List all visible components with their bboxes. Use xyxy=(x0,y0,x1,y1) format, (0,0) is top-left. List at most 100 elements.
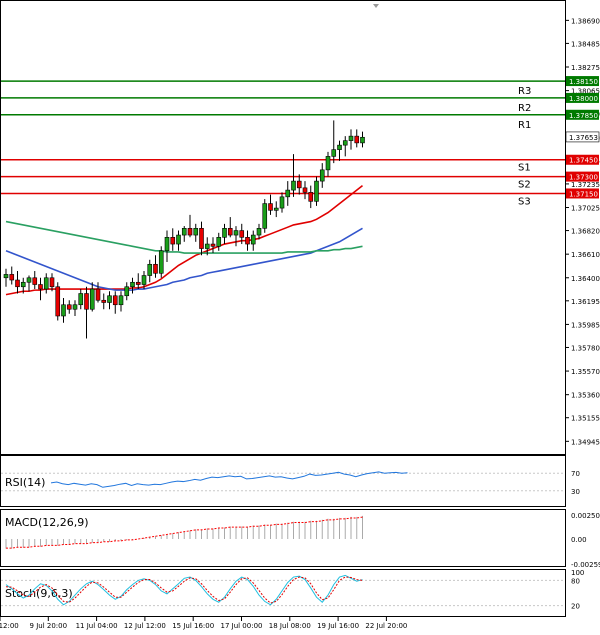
candle-body xyxy=(89,288,95,310)
candle-body xyxy=(273,207,279,211)
candle-body xyxy=(147,263,153,276)
candle-body xyxy=(3,274,9,279)
current-price-label: 1.37653 xyxy=(569,134,598,142)
candle-body xyxy=(38,284,43,290)
candle-body xyxy=(43,277,49,290)
price-tick-label: 1.36400 xyxy=(571,275,600,283)
price-tick-label: 1.35570 xyxy=(571,368,600,376)
candle-body xyxy=(141,275,147,285)
candle-body xyxy=(302,187,308,193)
candle-body xyxy=(107,295,112,303)
rsi-tick-label: 30 xyxy=(571,488,580,496)
candle-body xyxy=(101,299,107,303)
stoch-tick-label: 100 xyxy=(571,569,584,577)
time-tick-label: 19 Jul 16:00 xyxy=(317,622,359,630)
time-tick-label: 8 Jul 12:00 xyxy=(0,622,19,630)
candle-body xyxy=(199,228,204,249)
candle-body xyxy=(279,196,285,209)
rsi-label: RSI(14) xyxy=(5,476,45,489)
candle-body xyxy=(256,228,262,236)
candlesticks xyxy=(3,120,365,339)
candle-body xyxy=(314,180,319,202)
candle-body xyxy=(193,228,199,236)
time-tick-label: 18 Jul 08:00 xyxy=(269,622,311,630)
scroll-triangle-icon[interactable] xyxy=(373,4,379,8)
macd-label: MACD(12,26,9) xyxy=(5,516,89,529)
candle-body xyxy=(118,295,124,306)
candle-body xyxy=(164,237,170,252)
current-price-marker: 1.37653 xyxy=(565,131,600,143)
candle-body xyxy=(61,304,66,317)
candle-body xyxy=(78,293,84,306)
time-tick-label: 9 Jul 20:00 xyxy=(30,622,68,630)
time-axis: 8 Jul 12:00 9 Jul 20:00 11 Jul 04:00 12 Jul… xyxy=(0,617,407,630)
candle-body xyxy=(210,243,216,247)
candle-body xyxy=(250,234,256,245)
candle-body xyxy=(124,286,130,297)
candle-body xyxy=(331,149,337,157)
candle-body xyxy=(15,279,20,288)
candle-body xyxy=(32,277,38,285)
level-label-s2: S2 xyxy=(518,180,531,191)
candle-body xyxy=(66,304,72,310)
candle-body xyxy=(348,135,354,141)
candle-body xyxy=(55,286,61,317)
candle-body xyxy=(319,169,325,182)
candle-body xyxy=(26,277,32,283)
level-label-s3: S3 xyxy=(518,196,531,207)
time-tick-label: 11 Jul 04:00 xyxy=(76,622,118,630)
stoch-label: Stoch(9,6,3) xyxy=(5,587,73,600)
price-tick-label: 1.35360 xyxy=(571,392,600,400)
stoch-panel: Stoch(9,6,3) 10080 20 xyxy=(1,569,584,611)
candle-body xyxy=(239,230,245,238)
rsi-panel-border xyxy=(0,455,566,507)
candle-body xyxy=(291,180,296,191)
candle-body xyxy=(158,250,164,274)
time-tick-label: 17 Jul 00:00 xyxy=(221,622,263,630)
time-tick-label: 15 Jul 16:00 xyxy=(172,622,214,630)
price-tick-label: 1.36820 xyxy=(571,228,600,236)
candle-body xyxy=(308,192,314,202)
candle-body xyxy=(20,281,26,288)
candle-body xyxy=(268,203,273,211)
rsi-panel: RSI(14) 70 30 xyxy=(1,470,580,496)
candle-body xyxy=(337,144,342,150)
price-tick-label: 1.35155 xyxy=(571,415,600,423)
level-label-s1: S1 xyxy=(518,163,531,174)
candle-body xyxy=(262,203,268,229)
level-label-r2: R2 xyxy=(518,103,531,114)
price-tick-label: 1.38275 xyxy=(571,64,600,72)
level-label-r1: R1 xyxy=(518,120,531,131)
candle-body xyxy=(181,228,187,236)
macd-panel: MACD(12,26,9) 0.002502 0.00 -0.002599 xyxy=(5,512,600,569)
level-price-label: 1.38000 xyxy=(569,95,598,103)
price-tick-label: 1.36195 xyxy=(571,298,600,306)
candle-body xyxy=(95,288,101,301)
candle-body xyxy=(233,230,239,236)
candle-body xyxy=(187,228,193,236)
candle-body xyxy=(222,228,227,238)
macd-tick-label: 0.00 xyxy=(571,536,587,544)
candle-body xyxy=(325,156,331,171)
price-tick-label: 1.36610 xyxy=(571,251,600,259)
price-tick-label: 1.34945 xyxy=(571,438,600,446)
stoch-tick-label: 20 xyxy=(571,603,580,611)
time-tick-label: 12 Jul 12:00 xyxy=(124,622,166,630)
candle-body xyxy=(342,140,348,146)
macd-tick-label: -0.002599 xyxy=(571,561,600,569)
price-tick-label: 1.38485 xyxy=(571,40,600,48)
price-tick-label: 1.37025 xyxy=(571,205,600,213)
candle-body xyxy=(285,189,291,198)
price-tick-label: 1.37235 xyxy=(571,181,600,189)
candle-body xyxy=(135,281,141,285)
candle-body xyxy=(176,234,181,245)
level-price-label: 1.37450 xyxy=(569,157,598,165)
level-price-label: 1.37150 xyxy=(569,190,598,198)
candle-body xyxy=(170,237,176,245)
trading-chart: 1.386901.384851.382751.380651.378601.376… xyxy=(0,0,600,630)
stoch-tick-label: 80 xyxy=(571,577,580,585)
level-label-r3: R3 xyxy=(518,86,531,97)
candle-body xyxy=(204,243,210,249)
level-price-label: 1.37300 xyxy=(569,174,598,182)
time-tick-label: 22 Jul 20:00 xyxy=(365,622,407,630)
